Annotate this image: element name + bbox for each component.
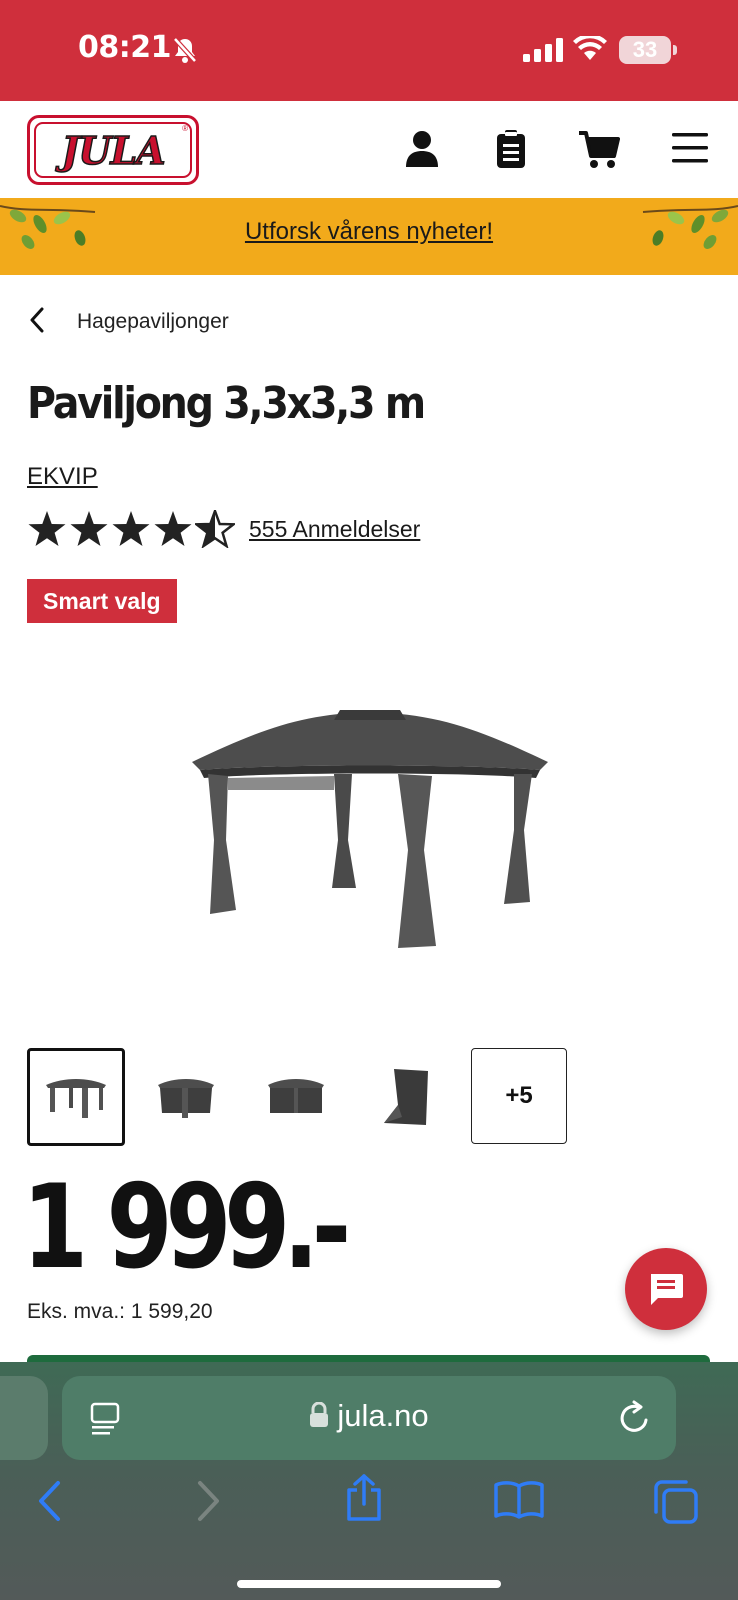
status-time: 08:21: [78, 30, 172, 65]
jula-logo[interactable]: JULA ®: [27, 115, 199, 185]
star-icon: [154, 511, 192, 546]
previous-tab-stub[interactable]: [0, 1376, 48, 1460]
reload-icon[interactable]: [618, 1400, 652, 1441]
logo-frame: JULA: [34, 122, 192, 178]
leaves-decoration-right: [638, 198, 738, 263]
site-header: JULA ®: [0, 101, 738, 198]
status-bar: 08:21 33: [0, 0, 738, 101]
home-indicator: [237, 1580, 501, 1588]
wifi-icon: [573, 33, 607, 67]
more-images-button[interactable]: +5: [471, 1048, 567, 1144]
chat-button[interactable]: [625, 1248, 707, 1330]
browser-toolbar: jula.no: [0, 1362, 738, 1600]
promo-link[interactable]: Utforsk vårens nyheter!: [0, 218, 738, 246]
star-half-icon: [195, 510, 235, 548]
thumbnail-2[interactable]: [137, 1048, 235, 1146]
url-display: jula.no: [62, 1398, 676, 1436]
logo-registered-mark: ®: [182, 124, 188, 133]
share-icon[interactable]: [344, 1474, 384, 1527]
smart-choice-badge: Smart valg: [27, 579, 177, 623]
cart-icon[interactable]: [578, 129, 620, 174]
breadcrumb-label: Hagepaviljonger: [77, 310, 229, 333]
bookmarks-icon[interactable]: [494, 1480, 544, 1525]
product-price: 1 999.-: [22, 1160, 351, 1295]
thumbnail-strip: +5: [27, 1048, 579, 1146]
star-icon: [112, 511, 150, 546]
star-icon: [70, 511, 108, 546]
lock-icon: [309, 1400, 329, 1436]
star-icon: [28, 511, 66, 546]
clipboard-icon[interactable]: [495, 129, 527, 174]
battery-level: 33: [619, 36, 671, 64]
product-image-gazebo[interactable]: [180, 700, 560, 980]
address-bar[interactable]: jula.no: [62, 1376, 676, 1460]
chevron-left-icon: [27, 307, 47, 338]
tabs-icon[interactable]: [652, 1478, 700, 1529]
bell-slash-icon: [172, 36, 198, 69]
signal-icon: [523, 38, 563, 67]
back-icon[interactable]: [36, 1480, 62, 1527]
menu-icon[interactable]: [672, 133, 708, 168]
url-text: jula.no: [337, 1398, 429, 1433]
product-rating: 555 Anmeldelser: [27, 510, 420, 548]
reviews-link[interactable]: 555 Anmeldelser: [249, 516, 420, 543]
battery-cap: [673, 45, 677, 55]
price-ex-vat: Eks. mva.: 1 599,20: [27, 1300, 213, 1323]
thumbnail-1[interactable]: [27, 1048, 125, 1146]
rating-stars: [27, 510, 235, 548]
brand-link[interactable]: EKVIP: [27, 463, 98, 491]
product-title: Paviljong 3,3x3,3 m: [27, 378, 426, 429]
forward-icon[interactable]: [196, 1480, 222, 1527]
chat-icon: [651, 1274, 683, 1305]
promo-banner: Utforsk vårens nyheter!: [0, 198, 738, 275]
breadcrumb[interactable]: Hagepaviljonger: [27, 302, 229, 342]
thumbnail-4[interactable]: [357, 1048, 455, 1146]
logo-text: JULA: [61, 127, 167, 174]
user-icon[interactable]: [404, 129, 440, 174]
thumbnail-3[interactable]: [247, 1048, 345, 1146]
